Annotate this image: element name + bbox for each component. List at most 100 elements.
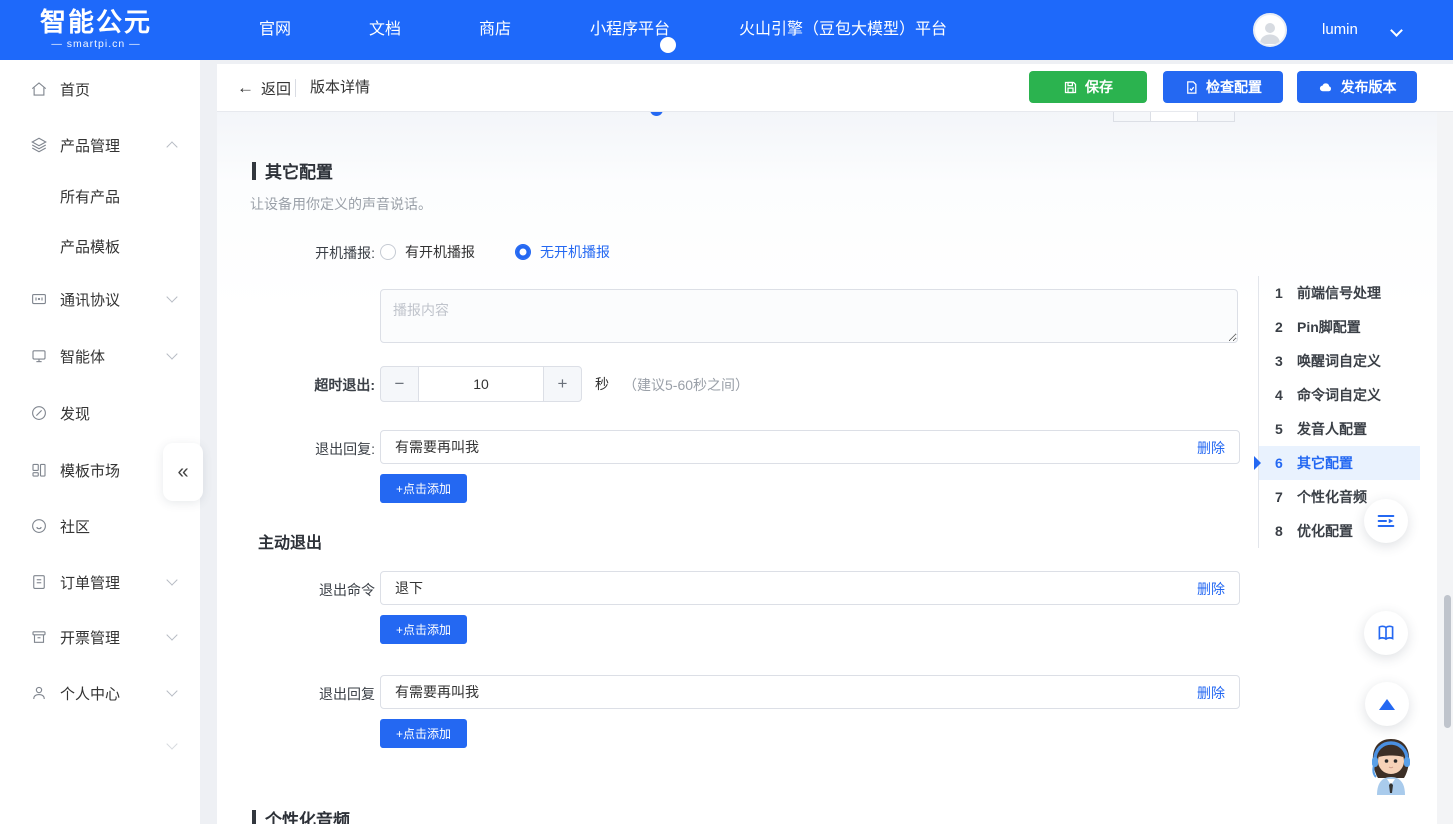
sidebar-item-all-products[interactable]: 所有产品 (0, 182, 200, 210)
stepper-minus-button[interactable] (1113, 112, 1151, 122)
divider (295, 79, 296, 97)
add-exit-reply-button[interactable]: +点击添加 (380, 474, 467, 503)
anchor-item-speaker-config[interactable]: 5 发音人配置 (1259, 412, 1420, 446)
back-button[interactable]: ← 返回 (237, 64, 291, 112)
monitor-icon (30, 347, 48, 365)
sidebar-item-label: 个人中心 (60, 683, 120, 704)
section-accent-bar (252, 162, 256, 180)
brand-logo[interactable]: 智能公元 — smartpi.cn — (40, 7, 152, 50)
radio-has-boot-broadcast[interactable] (380, 244, 396, 260)
check-config-button[interactable]: 检查配置 (1163, 71, 1283, 103)
sidebar-item-product-management[interactable]: 产品管理 (0, 131, 200, 159)
broadcast-content-textarea[interactable] (380, 289, 1238, 343)
minus-icon: − (395, 374, 405, 394)
exit-command-input[interactable] (380, 571, 1240, 605)
sidebar-item-label: 订单管理 (60, 572, 120, 593)
sidebar-item-discover[interactable]: 发现 (0, 399, 200, 427)
sidebar-item-communication-protocol[interactable]: 通讯协议 (0, 285, 200, 313)
sidebar-item-label: 发现 (60, 403, 90, 424)
scrollbar-thumb[interactable] (1444, 595, 1451, 728)
timeout-value-input[interactable] (419, 366, 543, 402)
section-title: 其它配置 (265, 158, 333, 183)
open-book-icon (1375, 622, 1397, 644)
sidebar-item-label: 通讯协议 (60, 289, 120, 310)
delete-link[interactable]: 删除 (1197, 438, 1225, 458)
exit-reply-input-row: 删除 (380, 430, 1240, 464)
plus-icon: + (558, 374, 568, 394)
chevron-down-icon[interactable] (1390, 24, 1403, 37)
assistant-mascot[interactable] (1362, 735, 1420, 795)
anchor-item-frontend-signal[interactable]: 1 前端信号处理 (1259, 276, 1420, 310)
sidebar-item-label: 社区 (60, 516, 90, 537)
save-button[interactable]: 保存 (1029, 71, 1147, 103)
sidebar-item-extra[interactable] (0, 732, 200, 760)
exit-reply-input[interactable] (380, 430, 1240, 464)
sidebar-collapse-button[interactable]: « (163, 443, 203, 501)
chevron-down-icon (166, 291, 177, 302)
delete-link[interactable]: 删除 (1197, 683, 1225, 703)
exit-reply2-input-row: 删除 (380, 675, 1240, 709)
sidebar-item-label: 智能体 (60, 346, 105, 367)
publish-version-label: 发布版本 (1341, 77, 1397, 97)
toc-float-button[interactable] (1364, 499, 1408, 543)
cloud-icon (1318, 80, 1334, 95)
user-avatar[interactable] (1253, 13, 1287, 47)
sidebar-item-agent[interactable]: 智能体 (0, 342, 200, 370)
nav-link-store[interactable]: 商店 (479, 0, 511, 60)
section-header-other-config: 其它配置 (252, 158, 333, 183)
sidebar-item-label: 模板市场 (60, 460, 120, 481)
app-window: 智能公元 — smartpi.cn — 官网 文档 商店 小程序平台 火山引擎（… (0, 0, 1453, 824)
sidebar-item-invoice-management[interactable]: 开票管理 (0, 623, 200, 651)
radio-no-boot-broadcast[interactable] (515, 244, 531, 260)
nav-link-volcengine-platform[interactable]: 火山引擎（豆包大模型）平台 (739, 0, 947, 60)
anchor-item-wakeword[interactable]: 3 唤醒词自定义 (1259, 344, 1420, 378)
username-label[interactable]: lumin (1322, 0, 1358, 60)
section-accent-bar (252, 810, 256, 824)
radio-has-label[interactable]: 有开机播报 (405, 242, 475, 262)
exit-reply2-label: 退出回复 (217, 684, 375, 704)
sidebar: 首页 产品管理 所有产品 产品模板 通讯协议 智能体 (0, 60, 200, 824)
floppy-disk-icon (1063, 80, 1078, 95)
timeout-hint: （建议5-60秒之间） (623, 375, 749, 395)
brand-subtitle: — smartpi.cn — (40, 38, 152, 50)
stepper-plus-button[interactable]: + (543, 366, 582, 402)
back-arrow-icon: ← (237, 78, 254, 98)
sidebar-item-product-templates[interactable]: 产品模板 (0, 232, 200, 260)
sidebar-item-order-management[interactable]: 订单管理 (0, 568, 200, 596)
anchor-item-command-words[interactable]: 4 命令词自定义 (1259, 378, 1420, 412)
person-icon (30, 684, 48, 702)
timeout-stepper: − + (380, 366, 582, 402)
stepper-minus-button[interactable]: − (380, 366, 419, 402)
publish-version-button[interactable]: 发布版本 (1297, 71, 1417, 103)
partial-stepper-cutoff[interactable] (1113, 112, 1235, 122)
exit-command-label: 退出命令 (217, 580, 375, 600)
back-to-top-button[interactable] (1365, 682, 1409, 726)
sidebar-item-home[interactable]: 首页 (0, 75, 200, 103)
nav-link-miniprogram-platform[interactable]: 小程序平台 (590, 0, 670, 60)
chevron-down-icon (166, 685, 177, 696)
chevron-down-icon (166, 629, 177, 640)
anchor-item-other-config-active[interactable]: 6 其它配置 (1259, 446, 1420, 480)
check-config-label: 检查配置 (1206, 77, 1262, 97)
nav-link-docs[interactable]: 文档 (369, 0, 401, 60)
chevron-up-icon (166, 141, 177, 152)
partial-radio-cutoff (650, 112, 663, 116)
nav-link-official-site[interactable]: 官网 (259, 0, 291, 60)
stepper-plus-button[interactable] (1197, 112, 1235, 122)
exit-reply2-input[interactable] (380, 675, 1240, 709)
up-triangle-icon (1379, 699, 1395, 710)
anchor-item-pin-config[interactable]: 2 Pin脚配置 (1259, 310, 1420, 344)
boot-broadcast-radio-group: 有开机播报 无开机播报 (380, 242, 610, 262)
add-exit-reply2-button[interactable]: +点击添加 (380, 719, 467, 748)
sidebar-item-community[interactable]: 社区 (0, 512, 200, 540)
delete-link[interactable]: 删除 (1197, 579, 1225, 599)
stepper-value-field[interactable] (1151, 112, 1197, 122)
mascot-girl-icon (1362, 735, 1420, 795)
layout-grid-icon (30, 461, 48, 479)
docs-float-button[interactable] (1364, 611, 1408, 655)
exit-command-input-row: 删除 (380, 571, 1240, 605)
add-exit-command-button[interactable]: +点击添加 (380, 615, 467, 644)
sidebar-item-personal-center[interactable]: 个人中心 (0, 679, 200, 707)
radio-none-label[interactable]: 无开机播报 (540, 242, 610, 262)
archive-box-icon (30, 628, 48, 646)
